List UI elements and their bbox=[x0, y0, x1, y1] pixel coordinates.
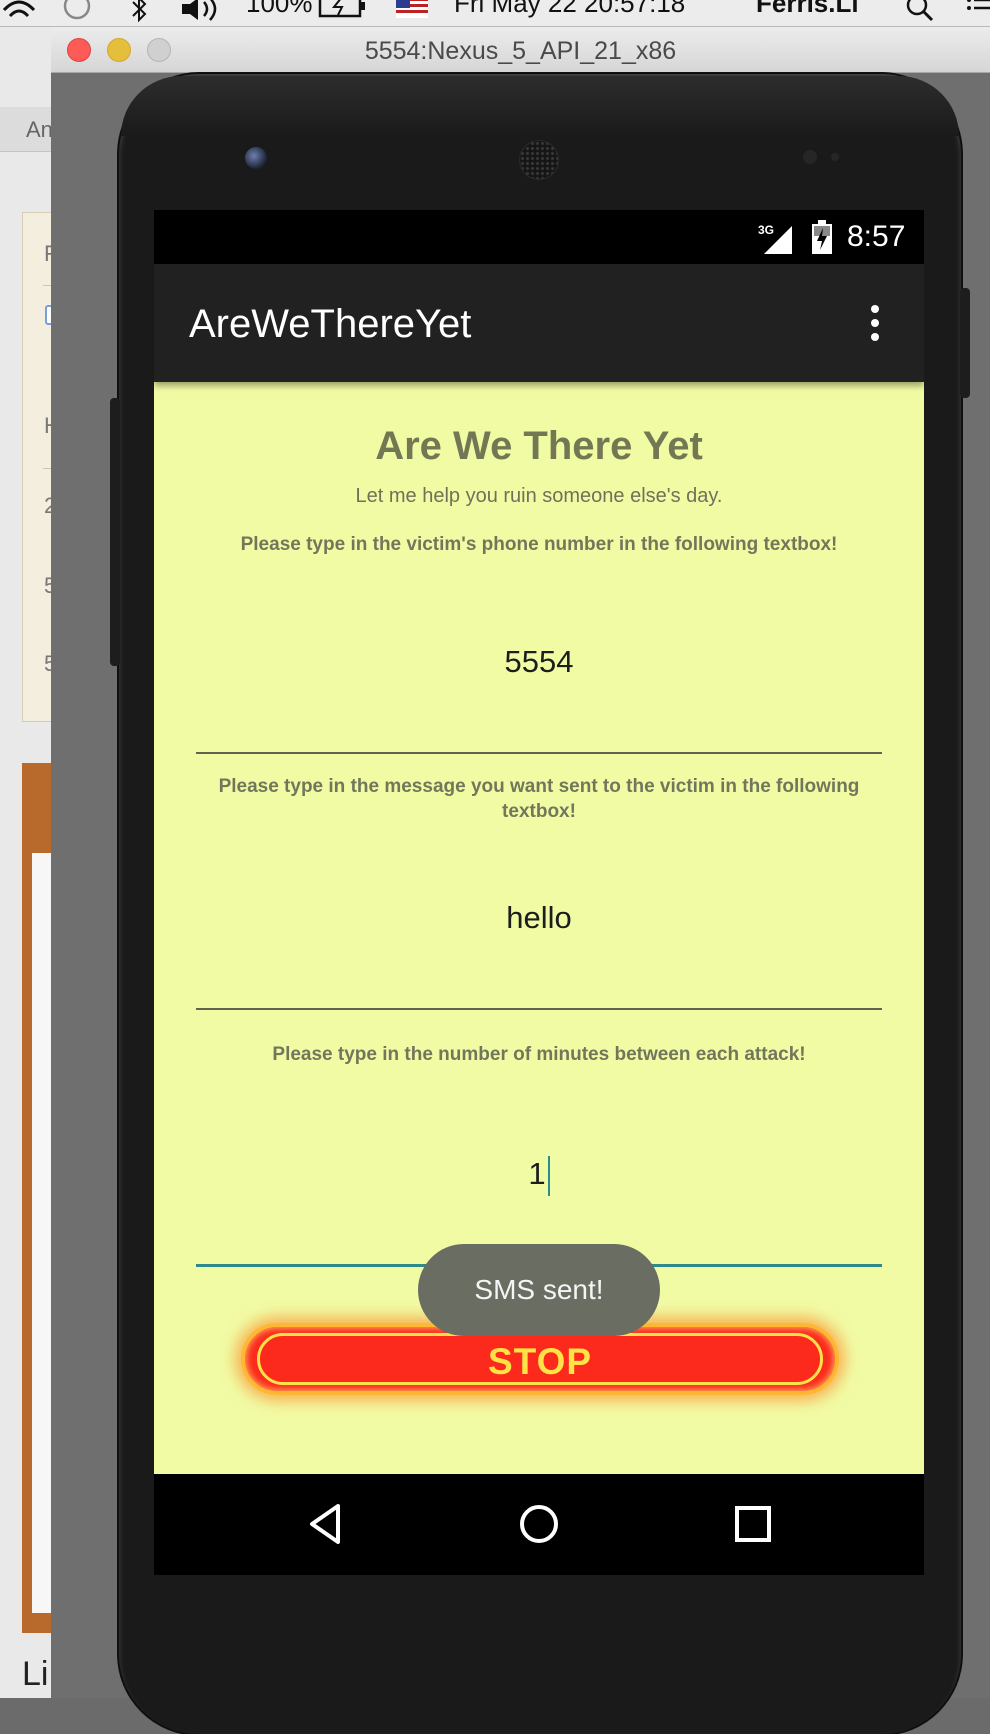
battery-icon[interactable] bbox=[318, 0, 368, 18]
emulator-window-title: 5554:Nexus_5_API_21_x86 bbox=[364, 37, 677, 65]
toast-message: SMS sent! bbox=[418, 1244, 660, 1336]
emulator-titlebar[interactable]: 5554:Nexus_5_API_21_x86 bbox=[51, 27, 990, 73]
stop-button-label: STOP bbox=[487, 1341, 593, 1382]
flag-icon[interactable] bbox=[396, 0, 428, 18]
menubar-user[interactable]: Ferris.Li bbox=[756, 0, 859, 19]
phone-number-underline bbox=[196, 752, 882, 754]
text-cursor bbox=[547, 1156, 550, 1196]
volume-icon[interactable] bbox=[180, 0, 224, 22]
phone-number-label: Please type in the victim's phone number… bbox=[240, 534, 838, 555]
message-underline bbox=[196, 1008, 882, 1010]
status-clock: 8:57 bbox=[847, 220, 906, 253]
background-bottom-text: Li bbox=[22, 1655, 49, 1693]
home-icon[interactable] bbox=[517, 1502, 561, 1546]
minutes-input[interactable]: 1 bbox=[196, 1156, 882, 1196]
action-bar: AreWeThereYet bbox=[154, 264, 924, 382]
front-camera bbox=[245, 147, 267, 169]
search-icon[interactable] bbox=[906, 0, 934, 22]
app-title: AreWeThereYet bbox=[189, 302, 472, 346]
android-navbar bbox=[154, 1474, 924, 1575]
main-content: Are We There Yet Let me help you ruin so… bbox=[154, 382, 924, 1474]
minutes-label: Please type in the number of minutes bet… bbox=[272, 1044, 806, 1065]
menubar-clock[interactable]: Fri May 22 20:57:18 bbox=[454, 0, 685, 19]
page-heading: Are We There Yet bbox=[375, 424, 703, 468]
wifi-icon[interactable] bbox=[2, 0, 36, 22]
time-machine-icon[interactable] bbox=[60, 0, 94, 24]
earpiece-speaker bbox=[519, 140, 559, 180]
phone-power-button bbox=[960, 288, 970, 398]
overflow-menu-icon[interactable] bbox=[860, 302, 890, 346]
phone-bezel-highlight bbox=[121, 76, 959, 136]
network-type: 3G bbox=[758, 223, 774, 237]
android-screen: 3G 8:57 AreWeThereYet Are We There Yet L… bbox=[154, 210, 924, 1575]
light-sensor bbox=[831, 153, 839, 161]
back-icon[interactable] bbox=[304, 1502, 348, 1546]
message-input[interactable]: hello bbox=[196, 900, 882, 936]
page-subheading: Let me help you ruin someone else's day. bbox=[355, 485, 723, 507]
phone-number-input[interactable]: 5554 bbox=[196, 644, 882, 680]
mac-menubar: 100% Fri May 22 20:57:18 Ferris.Li bbox=[0, 0, 990, 27]
proximity-sensor bbox=[803, 150, 817, 164]
minutes-value: 1 bbox=[528, 1156, 546, 1192]
bluetooth-icon[interactable] bbox=[130, 0, 148, 24]
recents-icon[interactable] bbox=[731, 1502, 775, 1546]
battery-charging-icon bbox=[812, 220, 832, 254]
phone-side-button bbox=[110, 398, 120, 666]
signal-icon: 3G bbox=[758, 223, 792, 254]
list-icon[interactable] bbox=[966, 0, 990, 22]
message-label: Please type in the message you want sent… bbox=[218, 776, 860, 822]
android-statusbar: 3G 8:57 bbox=[154, 210, 924, 264]
battery-percent: 100% bbox=[246, 0, 313, 18]
background-tab-label: An bbox=[26, 117, 53, 142]
